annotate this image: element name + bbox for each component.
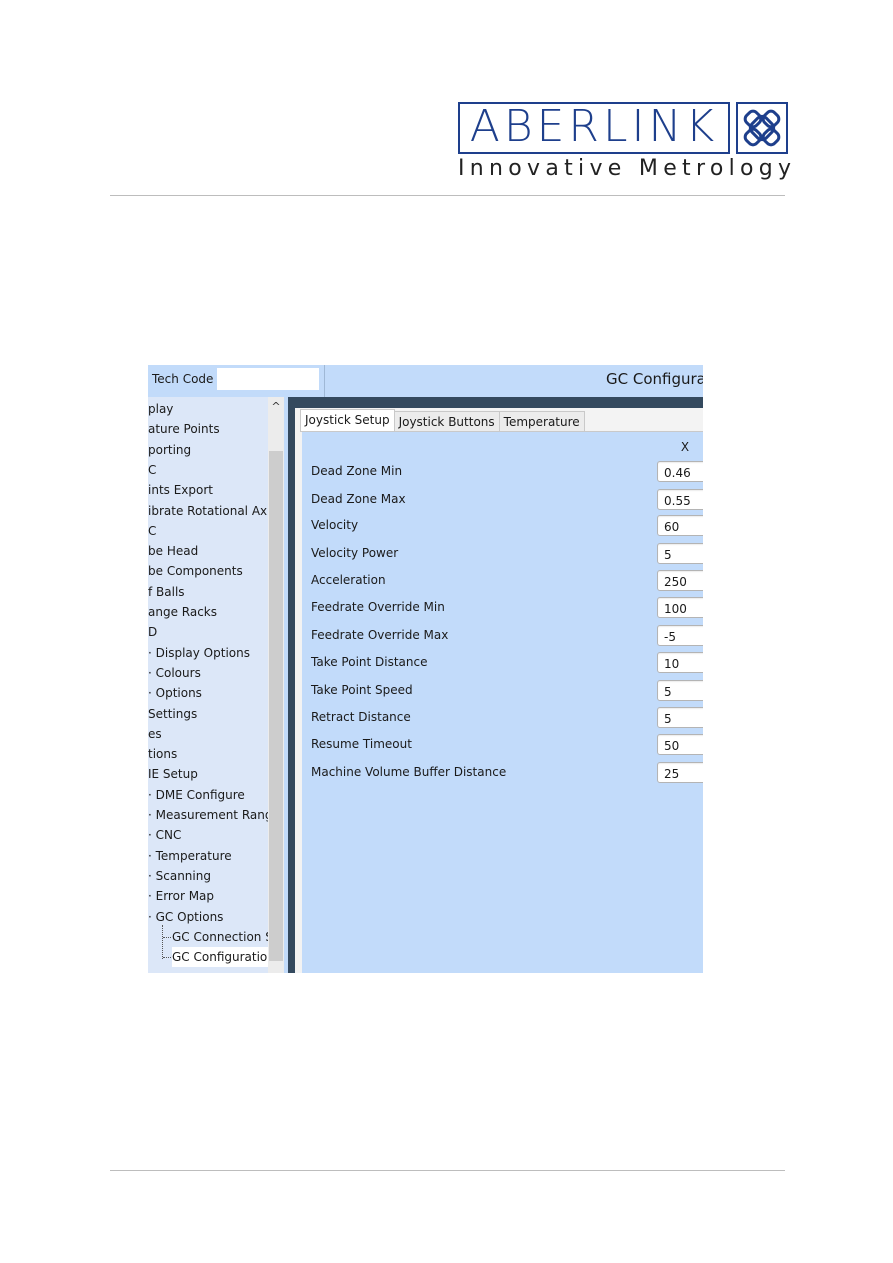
field-label: Take Point Speed [311,683,413,697]
tree-item[interactable]: ature Points [148,419,220,439]
tree-item[interactable]: · Measurement Range [148,805,280,825]
field-label: Feedrate Override Min [311,600,445,614]
field-input-x[interactable] [657,543,703,564]
settings-tree: play ature Points porting Cints Export ibrat… [148,397,280,973]
scroll-thumb[interactable] [269,451,283,961]
tree-item[interactable]: ibrate Rotational Axis [148,501,277,521]
tree-item[interactable]: be Components [148,561,243,581]
tree-item[interactable]: · DME Configure [148,785,245,805]
tree-item[interactable]: C [148,521,156,541]
tree-item[interactable]: · Colours [148,663,201,683]
tree-item[interactable]: · Error Map [148,886,214,906]
field-input-x[interactable] [657,515,703,536]
field-input-x[interactable] [657,680,703,701]
tree-connector [163,936,171,938]
tree-item[interactable]: Settings [148,704,197,724]
field-label: Dead Zone Max [311,492,406,506]
field-label: Dead Zone Min [311,464,403,478]
column-header-x: X [680,440,690,454]
scroll-up-arrow-icon[interactable]: ^ [268,399,284,415]
gc-configuration-screenshot: Tech Code GC Configura play ature Points p… [148,365,703,973]
tree-item[interactable]: es [148,724,162,744]
tree-scrollbar[interactable]: ^ [268,397,284,973]
field-label: Take Point Distance [311,655,428,669]
page-title: GC Configura [606,370,703,388]
logo-wordmark: ABERLINK [469,101,719,152]
aberlink-logo: ABERLINK Innovative Metrology [458,101,797,182]
field-label: Velocity [311,518,359,532]
tree-connector [162,924,163,959]
tree-item[interactable]: GC Connection S [172,927,273,947]
tree-item[interactable]: play [148,399,173,419]
tree-item[interactable]: C [148,460,156,480]
tech-code-input[interactable] [217,368,319,390]
field-label: Acceleration [311,573,386,587]
field-label: Feedrate Override Max [311,628,449,642]
field-input-x[interactable] [657,461,703,482]
tree-item[interactable]: tions [148,744,177,764]
tab-bar: Joystick Setup Joystick Buttons Temperat… [300,409,585,432]
tree-item[interactable]: porting [148,440,191,460]
joystick-setup-form: X Y Z Dead Zone MinDead Zone MaxVelocity… [302,432,703,973]
tree-item[interactable]: be Head [148,541,198,561]
tree-item[interactable]: f Balls [148,582,185,602]
logo-tagline: Innovative Metrology [458,156,797,181]
field-label: Resume Timeout [311,737,412,751]
tree-item[interactable]: · Temperature [148,846,232,866]
tree-connector [163,957,171,959]
tree-item[interactable]: · Display Options [148,643,250,663]
tree-item[interactable]: IE Setup [148,764,198,784]
tree-item[interactable]: · Options [148,683,202,703]
field-label: Machine Volume Buffer Distance [311,765,507,779]
tree-item[interactable]: GC Configuration [172,947,275,968]
field-label: Velocity Power [311,546,399,560]
tech-code-label: Tech Code [152,372,214,386]
field-label: Retract Distance [311,710,411,724]
tree-item[interactable]: ange Racks [148,602,217,622]
tree-item[interactable]: D [148,622,157,642]
celtic-knot-icon [736,102,788,154]
field-input-x[interactable] [657,707,703,728]
tab-joystick-setup[interactable]: Joystick Setup [300,409,395,431]
top-bar: Tech Code GC Configura [148,365,703,397]
field-input-x[interactable] [657,652,703,673]
field-input-x[interactable] [657,734,703,755]
tree-item[interactable]: · Scanning [148,866,211,886]
tree-item[interactable]: ints Export [148,480,213,500]
field-input-x[interactable] [657,762,703,783]
tab-temperature[interactable]: Temperature [498,411,585,431]
field-input-x[interactable] [657,489,703,510]
tree-item[interactable]: · GC Options [148,907,223,927]
tree-item[interactable]: · CNC [148,825,181,845]
field-input-x[interactable] [657,597,703,618]
field-input-x[interactable] [657,625,703,646]
topbar-divider [324,365,325,397]
field-input-x[interactable] [657,570,703,591]
tab-joystick-buttons[interactable]: Joystick Buttons [393,411,500,431]
footer-rule [110,1170,785,1171]
header-rule [110,195,785,196]
